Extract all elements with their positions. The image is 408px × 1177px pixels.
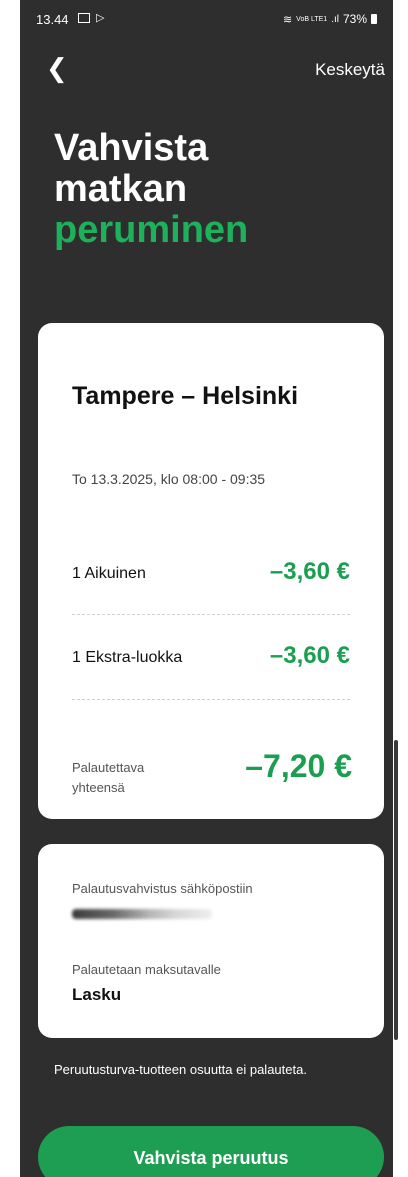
cancel-button[interactable]: Keskeytä xyxy=(315,60,385,80)
network-label: VoB LTE1 xyxy=(296,15,328,23)
ticket-row-amount: –3,60 € xyxy=(269,642,350,669)
status-bar: 13.44 ▷ ≋ VoB LTE1 .ıl 73% xyxy=(20,0,393,38)
gallery-notification-icon xyxy=(78,13,90,23)
status-right: ≋ VoB LTE1 .ıl 73% xyxy=(283,12,377,26)
redacted-email xyxy=(72,909,212,919)
ticket-row-label: 1 Aikuinen xyxy=(72,565,146,582)
refund-details-card: Palautusvahvistus sähköpostiin Palauteta… xyxy=(38,844,384,1038)
ticket-row-label: 1 Ekstra-luokka xyxy=(72,649,183,666)
signal-icon: .ıl xyxy=(331,13,339,25)
total-label: Palautettava yhteensä xyxy=(72,760,145,795)
trip-datetime: To 13.3.2025, klo 08:00 - 09:35 xyxy=(72,471,266,487)
trip-route: Tampere – Helsinki xyxy=(72,382,299,410)
scrollbar[interactable] xyxy=(394,740,398,1040)
battery-percent: 73% xyxy=(342,12,367,26)
refund-note: Peruutusturva-tuotteen osuutta ei palaut… xyxy=(54,1062,307,1077)
email-label: Palautusvahvistus sähköpostiin xyxy=(72,881,253,896)
app-screen: 13.44 ▷ ≋ VoB LTE1 .ıl 73% ❮ Keskeytä Va… xyxy=(20,0,393,1177)
page-title: Vahvista matkan peruminen xyxy=(54,128,248,251)
battery-icon xyxy=(371,14,377,24)
payment-method-value: Lasku xyxy=(72,985,122,1004)
status-time: 13.44 xyxy=(36,12,69,27)
total-amount: –7,20 € xyxy=(245,748,352,784)
confirm-cancellation-button[interactable]: Vahvista peruutus xyxy=(38,1126,384,1177)
title-line-1: Vahvista xyxy=(54,127,209,169)
payment-method-label: Palautetaan maksutavalle xyxy=(72,962,221,977)
chevron-left-icon: ❮ xyxy=(46,54,68,84)
play-notification-icon: ▷ xyxy=(96,12,105,24)
wifi-icon: ≋ xyxy=(282,12,293,26)
ticket-row-amount: –3,60 € xyxy=(269,558,350,585)
back-button[interactable]: ❮ xyxy=(46,56,68,82)
divider xyxy=(72,614,350,615)
divider xyxy=(72,699,350,700)
title-line-2: matkan xyxy=(54,168,188,210)
trip-summary-card: Tampere – Helsinki To 13.3.2025, klo 08:… xyxy=(38,323,384,819)
title-line-accent: peruminen xyxy=(54,209,249,251)
